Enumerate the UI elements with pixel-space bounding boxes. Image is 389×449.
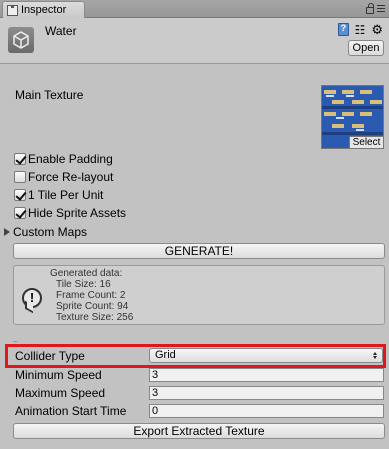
collider-type-dropdown[interactable]: Grid: [149, 348, 383, 363]
texture-size-text: Texture Size: 256: [56, 312, 134, 323]
generated-data-title: Generated data:: [50, 268, 123, 279]
frame-count-text: Frame Count: 2: [56, 290, 126, 301]
dropdown-arrows-icon: [373, 352, 377, 359]
asset-name: Water: [45, 24, 77, 38]
animation-start-time-label: Animation Start Time: [15, 404, 127, 418]
maximum-speed-field[interactable]: 3: [149, 386, 384, 400]
main-texture-thumbnail[interactable]: Select: [321, 85, 384, 149]
minimum-speed-field[interactable]: 3: [149, 368, 384, 382]
tile-per-unit-toggle[interactable]: 1 Tile Per Unit: [14, 188, 103, 202]
inspector-tab-icon: [7, 4, 18, 16]
enable-padding-checkbox[interactable]: [14, 153, 26, 165]
tab-inspector[interactable]: Inspector: [2, 1, 85, 18]
asset-header: Water ☷ ⚙ Open: [0, 18, 389, 64]
custom-maps-label: Custom Maps: [13, 225, 88, 239]
minimum-speed-label: Minimum Speed: [15, 368, 102, 382]
open-button[interactable]: Open: [348, 40, 384, 56]
hide-sprite-assets-checkbox[interactable]: [14, 207, 26, 219]
help-book-icon[interactable]: [337, 23, 349, 36]
sprite-count-text: Sprite Count: 94: [56, 301, 129, 312]
tab-controls: [366, 3, 385, 14]
tab-bar: Inspector: [0, 0, 389, 18]
collider-type-value: Grid: [155, 349, 176, 361]
generated-data-text: Generated data: Tile Size: 16 Frame Coun…: [50, 268, 133, 323]
tab-inspector-label: Inspector: [21, 4, 67, 16]
tile-per-unit-checkbox[interactable]: [14, 189, 26, 201]
presets-icon[interactable]: ☷: [355, 24, 366, 36]
animation-start-time-field[interactable]: 0: [149, 404, 384, 418]
header-icons: ☷ ⚙: [337, 23, 383, 36]
force-relayout-checkbox[interactable]: [14, 171, 26, 183]
custom-maps-foldout[interactable]: Custom Maps: [4, 225, 87, 239]
hide-sprite-assets-toggle[interactable]: Hide Sprite Assets: [14, 206, 126, 220]
maximum-speed-label: Maximum Speed: [15, 386, 106, 400]
enable-padding-toggle[interactable]: Enable Padding: [14, 152, 113, 166]
foldout-arrow-icon[interactable]: [4, 228, 10, 236]
export-extracted-texture-button[interactable]: Export Extracted Texture: [13, 423, 385, 439]
texture-select-button[interactable]: Select: [349, 136, 383, 148]
lock-icon[interactable]: [366, 3, 374, 14]
force-relayout-toggle[interactable]: Force Re-layout: [14, 170, 113, 184]
collider-type-label: Collider Type: [15, 349, 85, 363]
info-icon: !: [22, 288, 42, 308]
hide-sprite-assets-label: Hide Sprite Assets: [28, 206, 127, 220]
enable-padding-label: Enable Padding: [28, 152, 113, 166]
main-texture-label: Main Texture: [15, 88, 84, 102]
force-relayout-label: Force Re-layout: [28, 170, 114, 184]
generated-data-helpbox: ! Generated data: Tile Size: 16 Frame Co…: [13, 265, 385, 325]
generate-button[interactable]: GENERATE!: [13, 243, 385, 259]
menu-icon[interactable]: [377, 5, 385, 12]
unity-asset-icon: [8, 27, 34, 53]
gear-icon[interactable]: ⚙: [371, 23, 383, 36]
tile-size-text: Tile Size: 16: [56, 279, 111, 290]
section-divider-mark: _: [13, 333, 18, 342]
tile-per-unit-label: 1 Tile Per Unit: [28, 188, 104, 202]
